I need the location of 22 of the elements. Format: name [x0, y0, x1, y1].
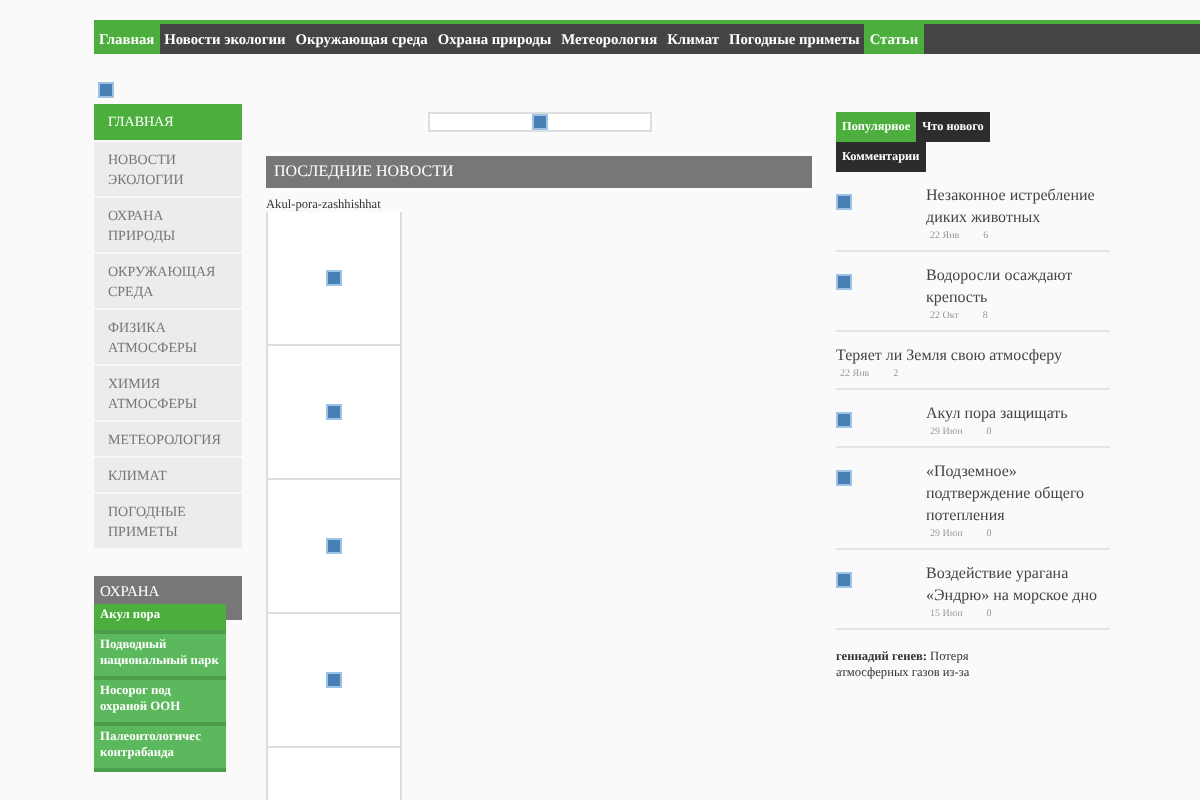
- section-title: ПОСЛЕДНИЕ НОВОСТИ: [266, 156, 812, 188]
- news-card[interactable]: [266, 346, 402, 480]
- broken-image-icon: [326, 538, 342, 554]
- broken-image-icon: [326, 404, 342, 420]
- broken-image-icon: [836, 470, 852, 486]
- post-title-link[interactable]: Акул пора защищать: [926, 402, 1068, 424]
- post-title-link[interactable]: Водоросли осаждают крепость: [926, 264, 1110, 308]
- broken-image-icon: [326, 672, 342, 688]
- news-card[interactable]: [266, 212, 402, 346]
- broken-image-icon: [836, 274, 852, 290]
- broken-image-icon: [98, 82, 114, 98]
- broken-image-icon: [836, 194, 852, 210]
- broken-image-icon: [836, 412, 852, 428]
- news-card[interactable]: [266, 480, 402, 614]
- post-title-link[interactable]: Воздействие урагана «Эндрю» на морское дно: [926, 562, 1110, 606]
- news-card[interactable]: [266, 614, 402, 748]
- broken-image-icon: [836, 572, 852, 588]
- broken-image-icon: [531, 114, 547, 130]
- post-title-link[interactable]: Незаконное истребление диких животных: [926, 184, 1110, 228]
- post-title-link[interactable]: Теряет ли Земля свою атмосферу: [836, 344, 1063, 366]
- broken-image-icon: [326, 270, 342, 286]
- post-title-link[interactable]: «Подземное» подтверждение общего потепления: [926, 460, 1110, 526]
